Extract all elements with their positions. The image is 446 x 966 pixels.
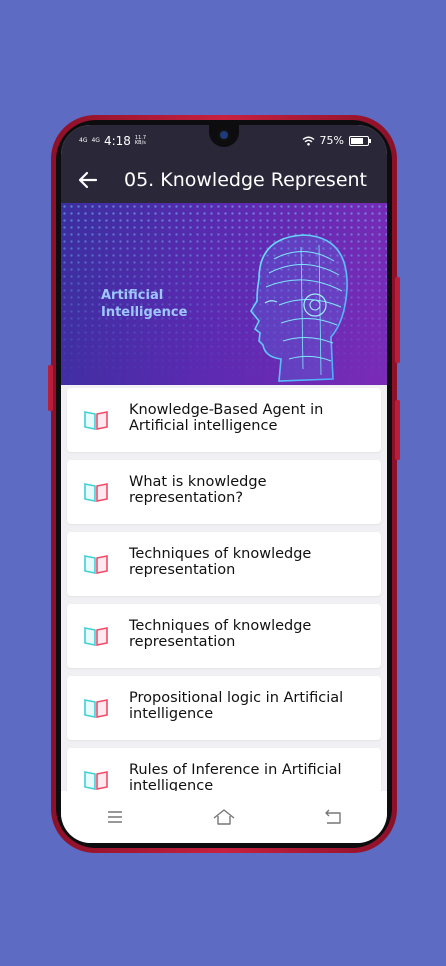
return-icon[interactable] [320,804,346,830]
book-icon [84,771,108,790]
status-bar: 4G 4G 4:18 11.7 KB/s 75% [61,125,387,157]
menu-icon[interactable] [102,804,128,830]
topic-card[interactable]: Knowledge-Based Agent in Artificial inte… [67,388,381,452]
camera-notch [209,125,239,147]
net-speed: 11.7 KB/s [134,135,147,146]
banner-line-2: Intelligence [101,305,188,320]
topic-title: Knowledge-Based Agent in Artificial inte… [129,402,324,434]
home-icon[interactable] [211,804,237,830]
topic-title: Rules of Inference in Artificial intelli… [129,762,342,794]
topic-card[interactable]: Propositional logic in Artificial intell… [67,676,381,740]
volume-button [48,365,53,411]
book-icon [84,627,108,646]
signal-1: 4G [79,137,88,144]
system-nav-bar [61,791,387,843]
topic-card[interactable]: What is knowledge representation? [67,460,381,524]
book-icon [84,699,108,718]
battery-percent: 75% [319,134,344,147]
signal-2: 4G [91,137,100,144]
power-button [395,277,400,363]
side-button [395,400,400,460]
wifi-icon [302,136,314,146]
book-icon [84,555,108,574]
banner-text: Artificial Intelligence [101,287,187,321]
topic-title: Techniques of knowledge representation [129,618,312,650]
screen: 4G 4G 4:18 11.7 KB/s 75% 05. Knowledge R [61,125,387,843]
app-bar: 05. Knowledge Represent [61,157,387,203]
topic-title: Techniques of knowledge representation [129,546,312,578]
banner-line-1: Artificial [101,288,164,303]
banner-image: Artificial Intelligence [61,203,387,385]
status-time: 4:18 [103,134,131,148]
battery-icon [349,135,371,146]
book-icon [84,483,108,502]
topic-card[interactable]: Techniques of knowledge representation [67,604,381,668]
topic-title: What is knowledge representation? [129,474,267,506]
topic-card[interactable]: Techniques of knowledge representation [67,532,381,596]
ai-head-illustration [250,234,348,382]
book-icon [84,411,108,430]
topic-title: Propositional logic in Artificial intell… [129,690,344,722]
page-title: 05. Knowledge Represent [124,169,368,191]
back-arrow-icon[interactable] [76,168,100,192]
phone-frame: 4G 4G 4:18 11.7 KB/s 75% 05. Knowledge R [48,115,400,853]
